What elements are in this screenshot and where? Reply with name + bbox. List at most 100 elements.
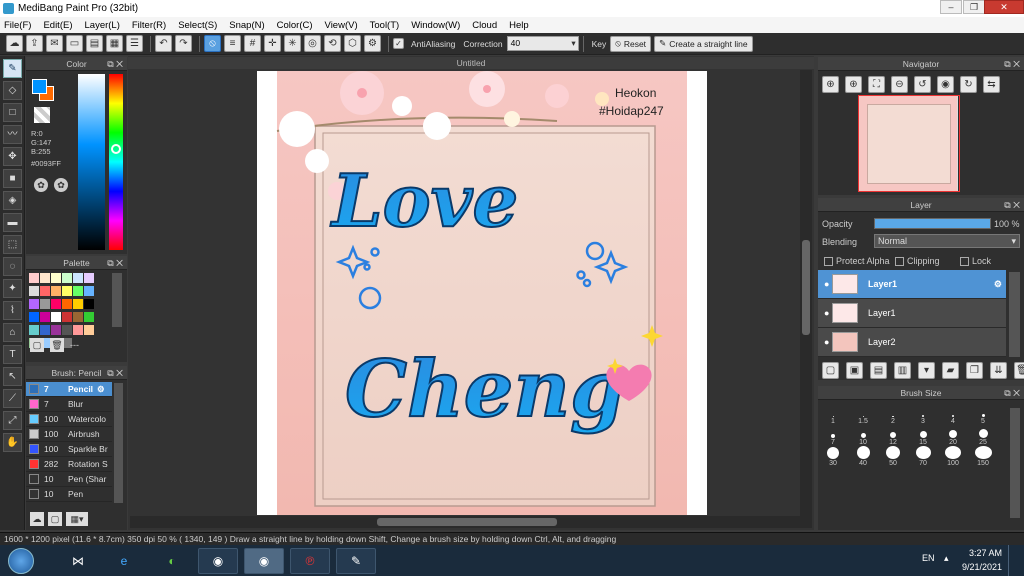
navigator-preview[interactable] [858,95,960,192]
zoom-in-alt-icon[interactable]: ⊕ [845,76,862,93]
layer-add-menu-icon[interactable]: ▾ [918,362,935,379]
brush-item[interactable]: 10 Pen [26,487,112,502]
palette-settings-icon[interactable]: ✿ [54,178,68,192]
brush-size-option[interactable]: 4 [938,404,968,425]
palette-swatch[interactable] [62,299,72,309]
visual-studio-icon[interactable]: ⋈ [58,548,98,574]
pages-icon[interactable]: ▦ [106,35,123,52]
select-pen-tool-icon[interactable]: ⌇ [3,301,22,320]
new-color-layer-icon[interactable]: ▣ [846,362,863,379]
lock-checkbox[interactable] [960,256,969,266]
new-palette-icon[interactable]: ▢ [30,338,44,352]
eye-icon[interactable]: ● [824,337,829,347]
new-8bit-layer-icon[interactable]: ▥ [894,362,911,379]
palette-swatch[interactable] [40,312,50,322]
panel-close-icon[interactable]: ⧉ ✕ [1004,386,1020,400]
palette-swatch[interactable] [51,325,61,335]
palette-swatch[interactable] [73,312,83,322]
delete-palette-icon[interactable]: 🗑 [50,338,64,352]
hue-slider[interactable] [109,74,123,250]
primary-color-swatch[interactable] [32,79,47,94]
snap-polygon-icon[interactable]: ⬡ [344,35,361,52]
menu-color[interactable]: Color(C) [277,20,313,31]
vertical-scroll-thumb[interactable] [802,240,810,335]
move-tool-icon[interactable]: ✥ [3,147,22,166]
palette-swatch[interactable] [84,325,94,335]
brush-item[interactable]: 7 Blur [26,397,112,412]
menu-window[interactable]: Window(W) [411,20,460,31]
palette-scrollbar[interactable] [112,273,122,327]
bucket-tool-icon[interactable]: ◈ [3,191,22,210]
tray-arrow-icon[interactable]: ▴ [944,553,949,564]
palette-swatch[interactable] [51,273,61,283]
fill-rect-tool-icon[interactable]: ■ [3,169,22,188]
snap-curve-icon[interactable]: ⟲ [324,35,341,52]
medibang-taskbar-icon[interactable]: ✎ [336,548,376,574]
select-eraser-tool-icon[interactable]: ⌂ [3,323,22,342]
pencil-tool-icon[interactable]: ✎ [3,59,22,78]
menu-tool[interactable]: Tool(T) [370,20,400,31]
chrome-canary-icon[interactable]: ◉ [244,548,284,574]
rotate-right-icon[interactable]: ↻ [960,76,977,93]
palette-swatch[interactable] [40,299,50,309]
palette-swatch[interactable] [29,325,39,335]
delete-layer-icon[interactable]: 🗑 [1014,362,1024,379]
dot-tool-icon[interactable]: □ [3,103,22,122]
app-icon-green[interactable]: ◐ [152,548,192,574]
menu-view[interactable]: View(V) [325,20,358,31]
brush-size-option[interactable]: 3 [908,404,938,425]
text-tool-icon[interactable]: T [3,345,22,364]
palette-swatch[interactable] [51,286,61,296]
snap-grid-icon[interactable]: # [244,35,261,52]
zoom-in-icon[interactable]: ⊕ [822,76,839,93]
antialiasing-checkbox[interactable]: ✓ [393,38,404,49]
page-icon[interactable]: ▤ [86,35,103,52]
merge-layer-icon[interactable]: ⇊ [990,362,1007,379]
comment-icon[interactable]: ✉ [46,35,63,52]
layer-row[interactable]: ● Layer2 [818,328,1006,357]
brush-item[interactable]: 100 Airbrush [26,427,112,442]
layer-scrollbar[interactable] [1009,272,1020,357]
palette-swatch[interactable] [51,299,61,309]
transparent-swatch[interactable] [34,107,50,123]
gear-icon[interactable]: ⚙ [97,384,105,395]
cloud-icon[interactable]: ☁ [6,35,23,52]
hand-tool-icon[interactable]: ✋ [3,433,22,452]
snap-circle-icon[interactable]: ◎ [304,35,321,52]
palette-swatch[interactable] [62,273,72,283]
palette-swatch[interactable] [29,286,39,296]
redo-icon[interactable]: ↷ [175,35,192,52]
clipping-checkbox[interactable] [895,256,904,266]
eyedropper-tool-icon[interactable]: ⟋ [3,389,22,408]
correction-select[interactable]: 40 [506,36,579,51]
share-icon[interactable]: ⇪ [26,35,43,52]
brush-size-option[interactable]: 10 [848,425,878,446]
menu-snap[interactable]: Snap(N) [229,20,264,31]
straight-line-button[interactable]: ✎ Create a straight line [654,35,753,52]
hue-handle[interactable] [111,144,121,154]
menu-layer[interactable]: Layer(L) [85,20,120,31]
start-button[interactable] [8,548,34,574]
duplicate-layer-icon[interactable]: ❐ [966,362,983,379]
menu-help[interactable]: Help [509,20,529,31]
brush-size-option[interactable]: 40 [848,446,878,467]
eraser-tool-icon[interactable]: ◇ [3,81,22,100]
eye-icon[interactable]: ● [824,279,829,289]
document-tab[interactable]: Untitled [128,57,814,69]
brush-item[interactable]: 282 Rotation S [26,457,112,472]
divide-tool-icon[interactable]: ⤢ [3,411,22,430]
brush-size-option[interactable]: 2 [878,404,908,425]
opacity-slider[interactable] [874,218,991,229]
menu-file[interactable]: File(F) [4,20,31,31]
clock[interactable]: 3:27 AM 9/21/2021 [958,548,1002,572]
snap-parallel-icon[interactable]: ≡ [224,35,241,52]
brush-item[interactable]: 10 Pen (Shar [26,472,112,487]
gear-icon[interactable]: ⚙ [994,279,1002,290]
chrome-icon[interactable]: ◉ [198,548,238,574]
panel-close-icon[interactable]: ⧉ ✕ [1004,57,1020,71]
brush-size-option[interactable]: 1.5 [848,404,878,425]
palette-swatch[interactable] [84,299,94,309]
layer-row[interactable]: ● Layer1 ⚙ [818,270,1006,299]
palette-swatch[interactable] [84,312,94,322]
palette-swatch[interactable] [29,299,39,309]
